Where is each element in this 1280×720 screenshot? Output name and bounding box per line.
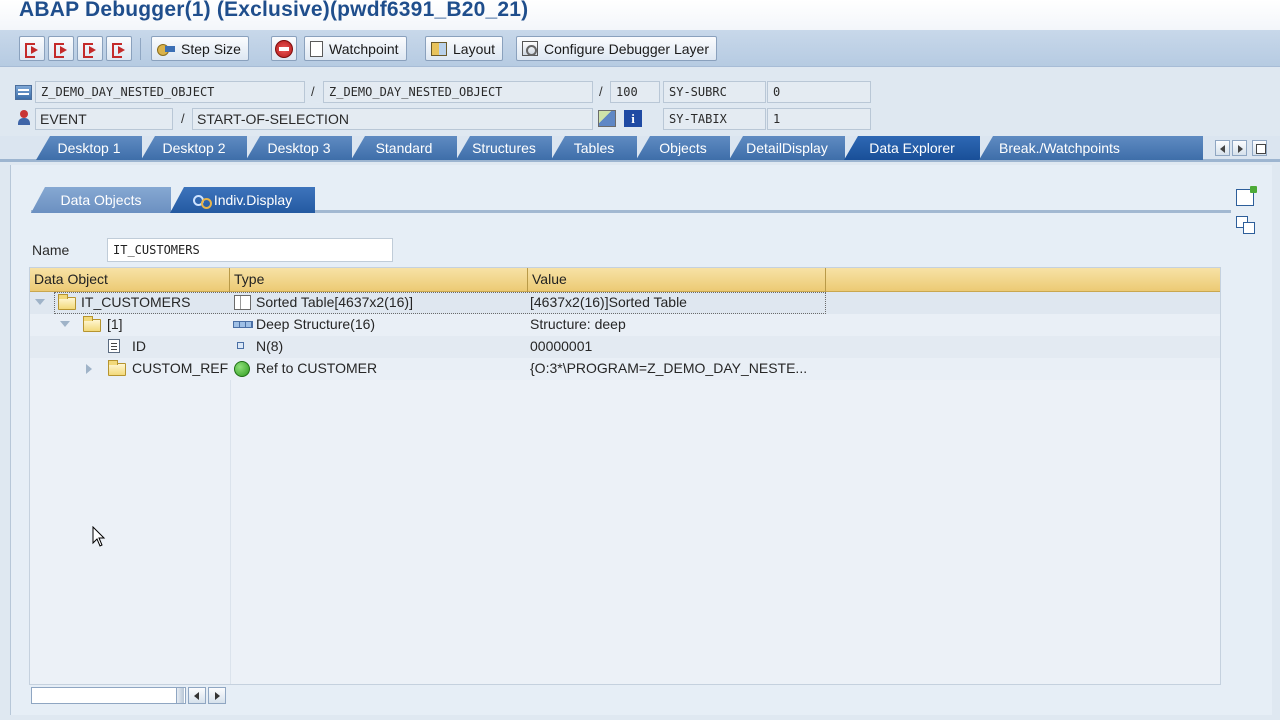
watchpoint-button[interactable]: Watchpoint — [304, 36, 407, 61]
layout-icon — [431, 41, 447, 56]
column-header-type[interactable]: Type — [230, 268, 528, 292]
toolbar-separator — [140, 38, 141, 60]
tab-structures[interactable]: Structures — [456, 136, 552, 160]
scrollbar-thumb[interactable] — [176, 688, 184, 703]
scroll-left-button[interactable] — [188, 687, 206, 704]
continue-icon — [111, 41, 127, 58]
new-tool-icon[interactable] — [1236, 186, 1257, 206]
column-header-data-object[interactable]: Data Object — [30, 268, 230, 292]
stop-button[interactable] — [271, 36, 297, 61]
info-icon[interactable]: i — [624, 110, 642, 127]
collapse-icon[interactable] — [60, 321, 70, 327]
tab-desktop-2[interactable]: Desktop 2 — [141, 136, 247, 160]
data-object-tree: Data Object Type Value IT_CUSTOMERS Sort… — [29, 267, 1221, 685]
single-step-icon — [24, 41, 40, 58]
field-icon — [108, 339, 120, 353]
include-field: Z_DEMO_DAY_NESTED_OBJECT — [323, 81, 593, 103]
data-object-type: Deep Structure(16) — [256, 316, 376, 332]
glasses-icon — [192, 193, 212, 209]
tab-tables[interactable]: Tables — [551, 136, 637, 160]
tab-scroll-right-button[interactable] — [1232, 140, 1247, 156]
desktop-tabstrip: Desktop 1 Desktop 2 Desktop 3 Standard S… — [0, 136, 1280, 162]
tab-indiv-display[interactable]: Indiv.Display — [170, 187, 315, 213]
event-icon — [18, 110, 30, 126]
tab-break-watchpoints[interactable]: Break./Watchpoints — [979, 136, 1203, 160]
single-step-button[interactable] — [19, 36, 45, 61]
name-label: Name — [32, 242, 70, 258]
debugger-toolbar: Step Size Watchpoint Layout Configure De… — [0, 30, 1280, 67]
event-name-field: START-OF-SELECTION — [192, 108, 593, 130]
program-field: Z_DEMO_DAY_NESTED_OBJECT — [35, 81, 305, 103]
configure-icon — [522, 41, 538, 56]
step-size-button[interactable]: Step Size — [151, 36, 249, 61]
column-header-value[interactable]: Value — [528, 268, 826, 292]
separator-slash: / — [599, 84, 603, 99]
watchpoint-icon — [310, 40, 323, 57]
separator-slash: / — [311, 84, 315, 99]
data-object-type: N(8) — [256, 338, 284, 354]
tool-area: Data Objects Indiv.Display Name IT_CUSTO… — [10, 165, 1272, 715]
data-object-value: Structure: deep — [530, 316, 626, 332]
horizontal-scrollbar[interactable] — [31, 687, 186, 704]
program-icon — [15, 85, 32, 100]
line-field: 100 — [610, 81, 660, 103]
tab-indiv-display-label: Indiv.Display — [213, 192, 293, 208]
event-type-field: EVENT — [35, 108, 173, 130]
scroll-right-button[interactable] — [208, 687, 226, 704]
data-object-value: 00000001 — [530, 338, 593, 354]
data-object-name: ID — [132, 338, 146, 354]
program-info-bar: Z_DEMO_DAY_NESTED_OBJECT / Z_DEMO_DAY_NE… — [0, 78, 1280, 134]
step-size-icon — [157, 42, 175, 56]
tab-list-button[interactable] — [1252, 140, 1267, 156]
tab-data-objects[interactable]: Data Objects — [31, 187, 171, 213]
watchpoint-label: Watchpoint — [329, 40, 399, 57]
execute-button[interactable] — [48, 36, 74, 61]
data-object-type: Ref to CUSTOMER — [256, 360, 378, 376]
stop-icon — [275, 39, 293, 58]
table-row[interactable]: IT_CUSTOMERS Sorted Table[4637x2(16)] [4… — [30, 292, 1220, 314]
tab-detail-display[interactable]: DetailDisplay — [729, 136, 845, 160]
grid-header: Data Object Type Value — [30, 268, 1220, 292]
collapse-icon[interactable] — [35, 299, 45, 305]
return-button[interactable] — [77, 36, 103, 61]
data-object-name: CUSTOM_REF — [132, 360, 228, 376]
configure-label: Configure Debugger Layer — [544, 40, 709, 57]
tab-objects[interactable]: Objects — [636, 136, 730, 160]
window-title: ABAP Debugger(1) (Exclusive)(pwdf6391_B2… — [19, 0, 529, 21]
folder-icon — [108, 360, 126, 376]
sy-tabix-value: 1 — [767, 108, 871, 130]
title-bar: ABAP Debugger(1) (Exclusive)(pwdf6391_B2… — [0, 0, 1280, 30]
table-row[interactable]: CUSTOM_REF Ref to CUSTOMER {O:3*\PROGRAM… — [30, 358, 1220, 380]
tab-data-explorer[interactable]: Data Explorer — [844, 136, 980, 160]
data-object-value: {O:3*\PROGRAM=Z_DEMO_DAY_NESTE... — [530, 360, 808, 376]
sy-tabix-label: SY-TABIX — [663, 108, 766, 130]
sy-subrc-value: 0 — [767, 81, 871, 103]
name-input[interactable]: IT_CUSTOMERS — [107, 238, 393, 262]
layout-button[interactable]: Layout — [425, 36, 504, 61]
display-subtabs: Data Objects Indiv.Display — [31, 187, 1231, 213]
continue-button[interactable] — [106, 36, 132, 61]
layout-label: Layout — [453, 40, 496, 57]
sy-subrc-label: SY-SUBRC — [663, 81, 766, 103]
tab-standard[interactable]: Standard — [351, 136, 457, 160]
separator-slash: / — [181, 111, 185, 126]
elementary-icon — [237, 342, 244, 349]
execute-icon — [53, 41, 69, 58]
expand-icon[interactable] — [86, 364, 92, 374]
reference-icon — [234, 361, 250, 377]
table-row[interactable]: [1] Deep Structure(16) Structure: deep — [30, 314, 1220, 336]
data-object-name: [1] — [107, 316, 123, 332]
tab-scroll-left-button[interactable] — [1215, 140, 1230, 156]
source-code-icon[interactable] — [598, 110, 616, 127]
tab-desktop-1[interactable]: Desktop 1 — [36, 136, 142, 160]
step-size-label: Step Size — [181, 40, 241, 57]
folder-icon — [83, 316, 101, 332]
structure-icon — [233, 321, 253, 328]
configure-debugger-layer-button[interactable]: Configure Debugger Layer — [516, 36, 717, 61]
table-row[interactable]: ID N(8) 00000001 — [30, 336, 1220, 358]
focus-outline — [54, 292, 826, 314]
tab-desktop-3[interactable]: Desktop 3 — [246, 136, 352, 160]
return-icon — [82, 41, 98, 58]
swap-tool-icon[interactable] — [1236, 216, 1255, 234]
